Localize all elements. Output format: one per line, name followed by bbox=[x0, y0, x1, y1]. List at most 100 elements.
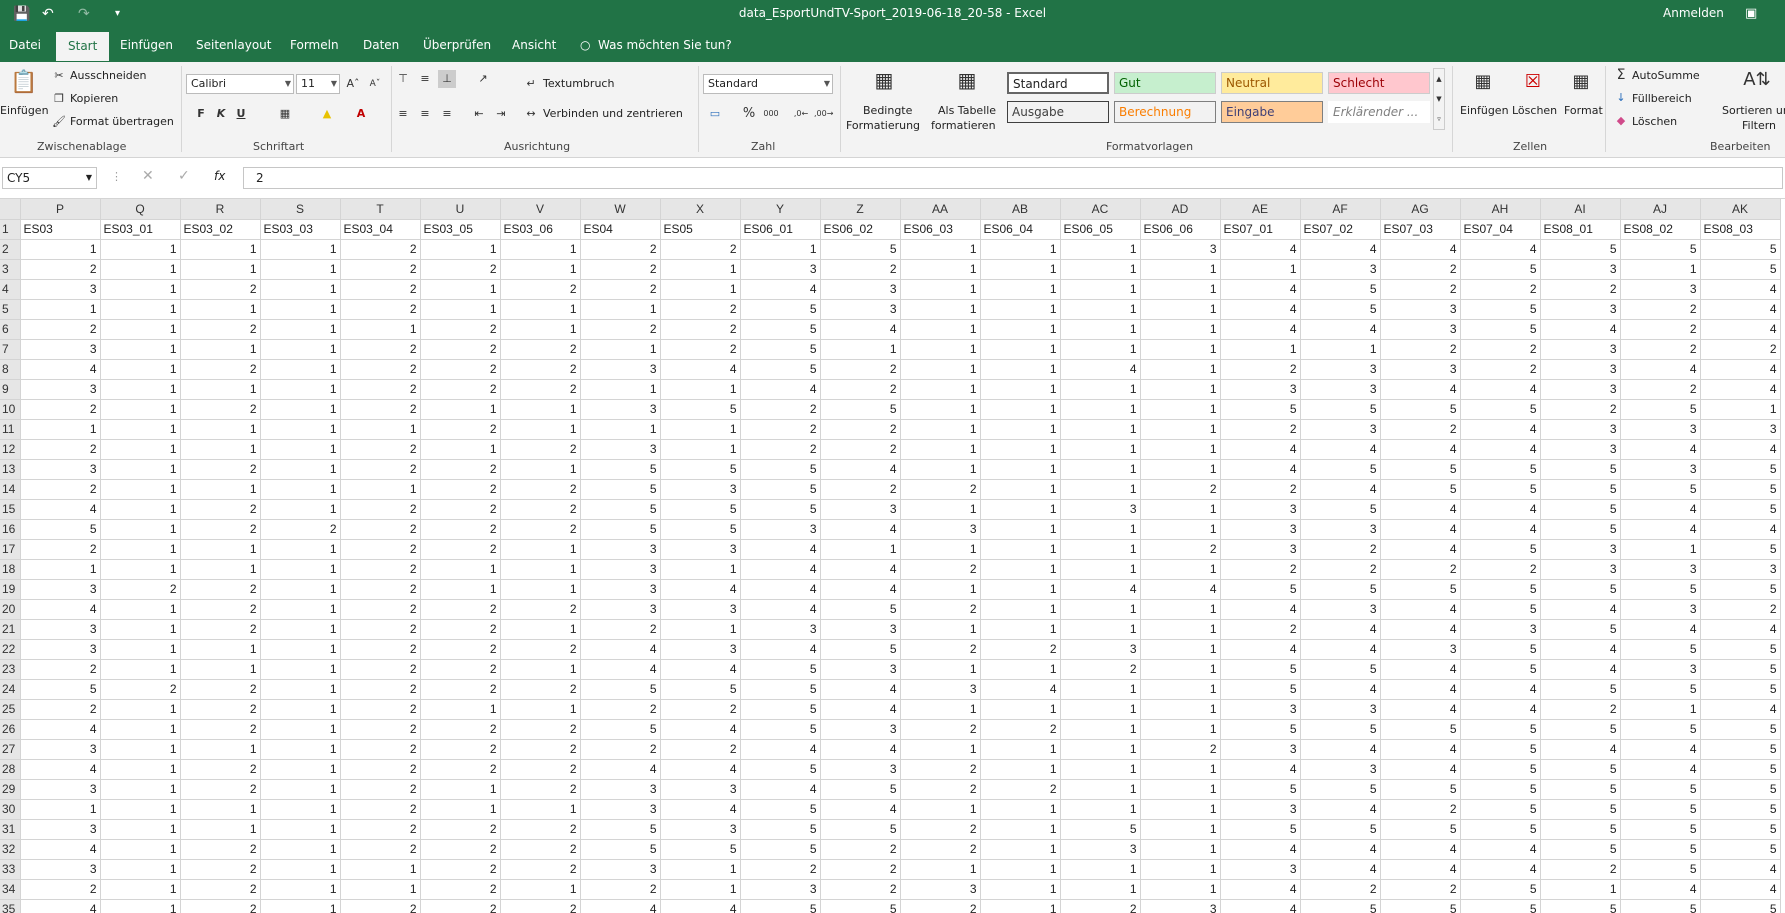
cell[interactable]: 1 bbox=[1140, 339, 1221, 360]
cell[interactable]: 3 bbox=[20, 279, 101, 300]
cell[interactable]: 4 bbox=[1460, 239, 1541, 260]
cell[interactable]: ES03_06 bbox=[500, 219, 581, 240]
cell[interactable]: 5 bbox=[740, 899, 821, 913]
cell[interactable]: 1 bbox=[260, 699, 341, 720]
format-painter-button[interactable]: Format übertragen bbox=[70, 115, 174, 128]
cell[interactable]: 4 bbox=[1700, 439, 1781, 460]
cell[interactable]: 5 bbox=[1380, 819, 1461, 840]
cell[interactable]: 2 bbox=[580, 239, 661, 260]
cell[interactable]: 2 bbox=[1620, 339, 1701, 360]
cell[interactable]: 1 bbox=[260, 239, 341, 260]
font-name-select[interactable]: Calibri ▼ bbox=[186, 74, 294, 94]
cell[interactable]: 5 bbox=[1220, 579, 1301, 600]
cell[interactable]: 3 bbox=[20, 459, 101, 480]
column-header[interactable]: W bbox=[580, 199, 661, 220]
cell[interactable]: 1 bbox=[1140, 259, 1221, 280]
row-header[interactable]: 27 bbox=[0, 739, 21, 760]
cell[interactable]: 4 bbox=[1540, 599, 1621, 620]
cell[interactable]: 2 bbox=[420, 419, 501, 440]
cell[interactable]: 2 bbox=[1300, 879, 1381, 900]
cell[interactable]: 2 bbox=[420, 739, 501, 760]
cell[interactable]: 3 bbox=[580, 779, 661, 800]
cell[interactable]: ES07_01 bbox=[1220, 219, 1301, 240]
cell[interactable]: 1 bbox=[420, 559, 501, 580]
cell[interactable]: 2 bbox=[180, 859, 261, 880]
cell[interactable]: 2 bbox=[420, 499, 501, 520]
row-header[interactable]: 7 bbox=[0, 339, 21, 360]
cell[interactable]: 4 bbox=[1700, 379, 1781, 400]
cell[interactable]: 1 bbox=[1060, 459, 1141, 480]
wrap-text-button[interactable]: Textumbruch bbox=[543, 77, 614, 90]
cell[interactable]: 4 bbox=[580, 659, 661, 680]
cell[interactable]: 1 bbox=[1140, 759, 1221, 780]
cell[interactable]: 2 bbox=[1700, 599, 1781, 620]
cell[interactable]: 1 bbox=[420, 279, 501, 300]
sort-filter-label-2[interactable]: Filtern bbox=[1742, 119, 1776, 132]
cell[interactable]: 2 bbox=[500, 859, 581, 880]
cell[interactable]: 4 bbox=[820, 579, 901, 600]
cell[interactable]: 3 bbox=[580, 559, 661, 580]
cell[interactable]: 2 bbox=[180, 579, 261, 600]
cell[interactable]: 1 bbox=[980, 879, 1061, 900]
cell[interactable]: 2 bbox=[420, 719, 501, 740]
cell[interactable]: 2 bbox=[340, 559, 421, 580]
cell[interactable]: 1 bbox=[260, 759, 341, 780]
column-header[interactable]: AC bbox=[1060, 199, 1141, 220]
cell[interactable]: 5 bbox=[1540, 759, 1621, 780]
cell[interactable]: 2 bbox=[340, 759, 421, 780]
cell[interactable]: 5 bbox=[1380, 719, 1461, 740]
cell[interactable]: 3 bbox=[1700, 419, 1781, 440]
tab-ueberpruefen[interactable]: Überprüfen bbox=[423, 38, 491, 52]
cell[interactable]: 2 bbox=[740, 859, 821, 880]
cell[interactable]: 1 bbox=[260, 579, 341, 600]
cell[interactable]: 5 bbox=[580, 499, 661, 520]
cell[interactable]: 3 bbox=[660, 479, 741, 500]
cell[interactable]: 2 bbox=[500, 899, 581, 913]
column-header[interactable]: S bbox=[260, 199, 341, 220]
cell[interactable]: 1 bbox=[420, 579, 501, 600]
cell[interactable]: 3 bbox=[1540, 259, 1621, 280]
cell[interactable]: 3 bbox=[1620, 279, 1701, 300]
cell[interactable]: ES03_02 bbox=[180, 219, 261, 240]
cell[interactable]: 5 bbox=[740, 359, 821, 380]
cell[interactable]: 3 bbox=[1540, 359, 1621, 380]
cell[interactable]: 3 bbox=[1220, 539, 1301, 560]
cell[interactable]: 3 bbox=[1540, 299, 1621, 320]
cell[interactable]: 1 bbox=[260, 859, 341, 880]
cell[interactable]: 4 bbox=[1460, 419, 1541, 440]
cell[interactable]: 5 bbox=[1700, 479, 1781, 500]
cell[interactable]: 4 bbox=[660, 719, 741, 740]
cell[interactable]: 1 bbox=[1060, 679, 1141, 700]
cell[interactable]: 2 bbox=[1380, 879, 1461, 900]
cell[interactable]: 5 bbox=[660, 839, 741, 860]
cell[interactable]: ES07_02 bbox=[1300, 219, 1381, 240]
cell[interactable]: 1 bbox=[100, 839, 181, 860]
cell[interactable]: 2 bbox=[740, 419, 821, 440]
cell[interactable]: 1 bbox=[980, 319, 1061, 340]
cell[interactable]: 4 bbox=[1380, 699, 1461, 720]
cell[interactable]: 3 bbox=[1700, 559, 1781, 580]
cell[interactable]: 2 bbox=[100, 679, 181, 700]
cell[interactable]: 2 bbox=[420, 859, 501, 880]
cell[interactable]: 1 bbox=[420, 239, 501, 260]
cell[interactable]: 3 bbox=[1220, 379, 1301, 400]
conditional-format-label-2[interactable]: Formatierung bbox=[846, 119, 920, 132]
cell[interactable]: 2 bbox=[20, 479, 101, 500]
cell[interactable]: 5 bbox=[1300, 399, 1381, 420]
cell[interactable]: 1 bbox=[980, 299, 1061, 320]
cell[interactable]: 5 bbox=[660, 399, 741, 420]
cell[interactable]: 1 bbox=[980, 739, 1061, 760]
cell[interactable]: 5 bbox=[1460, 739, 1541, 760]
cell[interactable]: 1 bbox=[180, 419, 261, 440]
cell[interactable]: 1 bbox=[340, 859, 421, 880]
tab-formeln[interactable]: Formeln bbox=[290, 38, 339, 52]
cell[interactable]: 2 bbox=[900, 559, 981, 580]
cell[interactable]: 1 bbox=[420, 399, 501, 420]
cell[interactable]: 2 bbox=[500, 379, 581, 400]
cell[interactable]: 3 bbox=[740, 519, 821, 540]
cell[interactable]: 5 bbox=[660, 459, 741, 480]
cell[interactable]: 4 bbox=[1540, 739, 1621, 760]
cell[interactable]: 4 bbox=[1700, 299, 1781, 320]
cell[interactable]: 3 bbox=[580, 579, 661, 600]
cell[interactable]: 2 bbox=[340, 619, 421, 640]
